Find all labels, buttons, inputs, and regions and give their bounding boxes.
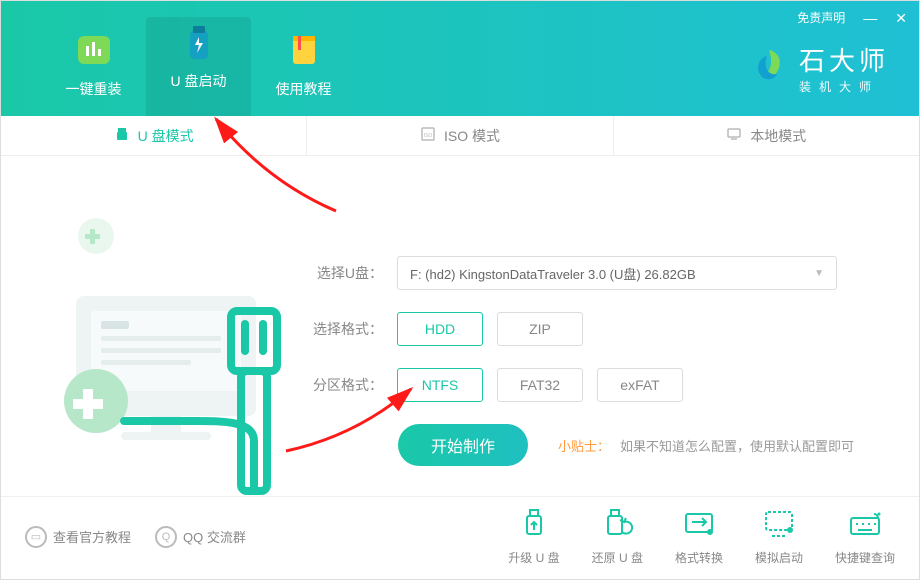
bar-chart-icon xyxy=(73,29,115,71)
footer-link-tutorial[interactable]: ▭ 查看官方教程 xyxy=(25,526,131,548)
qq-icon: Q xyxy=(155,526,177,548)
udisk-select[interactable]: F: (hd2) KingstonDataTraveler 3.0 (U盘) 2… xyxy=(397,256,837,290)
mode-tabs: U 盘模式 ISO ISO 模式 本地模式 xyxy=(1,116,919,156)
minimize-button[interactable]: — xyxy=(863,11,877,25)
footer-link-qq[interactable]: Q QQ 交流群 xyxy=(155,526,246,548)
footer-action-hotkey[interactable]: 快捷键查询 xyxy=(835,508,895,566)
svg-text:ISO: ISO xyxy=(424,133,433,139)
usb-bolt-icon xyxy=(178,23,220,63)
start-button[interactable]: 开始制作 xyxy=(398,424,528,466)
close-button[interactable]: ✕ xyxy=(895,11,907,25)
tab-reinstall[interactable]: 一键重装 xyxy=(41,23,146,116)
tab-label: 一键重装 xyxy=(66,79,122,99)
format-option-hdd[interactable]: HDD xyxy=(397,312,483,346)
brand: 石大师 装机大师 xyxy=(749,41,889,95)
partition-label: 分区格式： xyxy=(313,375,383,395)
mode-tab-label: 本地模式 xyxy=(750,126,806,146)
mode-tab-label: ISO 模式 xyxy=(444,126,500,146)
main-content: 选择U盘： F: (hd2) KingstonDataTraveler 3.0 … xyxy=(1,156,919,496)
partition-option-exfat[interactable]: exFAT xyxy=(597,368,683,402)
brand-subtitle: 装机大师 xyxy=(799,78,889,95)
tip-label: 小贴士： xyxy=(558,436,610,455)
iso-icon: ISO xyxy=(420,126,436,145)
brand-title: 石大师 xyxy=(799,41,889,78)
disclaimer-link[interactable]: 免责声明 xyxy=(797,9,845,26)
format-option-zip[interactable]: ZIP xyxy=(497,312,583,346)
mode-tab-label: U 盘模式 xyxy=(138,126,194,146)
app-header: 免责声明 — ✕ 一键重装 U 盘启动 使用教程 石大师 xyxy=(1,1,919,116)
usb-illustration xyxy=(21,196,301,496)
upgrade-usb-icon xyxy=(517,508,551,543)
monitor-icon xyxy=(726,126,742,145)
tab-tutorial[interactable]: 使用教程 xyxy=(251,23,356,116)
restore-usb-icon xyxy=(600,508,634,543)
footer-action-restore[interactable]: 还原 U 盘 xyxy=(592,508,643,566)
footer-action-convert[interactable]: 格式转换 xyxy=(675,508,723,566)
mode-tab-usb[interactable]: U 盘模式 xyxy=(1,116,307,155)
play-monitor-icon xyxy=(762,508,796,543)
brand-logo-icon xyxy=(749,46,789,91)
tip-text: 如果不知道怎么配置，使用默认配置即可 xyxy=(620,436,854,455)
tab-label: U 盘启动 xyxy=(171,71,227,91)
mode-tab-local[interactable]: 本地模式 xyxy=(614,116,919,155)
tab-usb-boot[interactable]: U 盘启动 xyxy=(146,17,251,116)
book-open-icon: ▭ xyxy=(25,526,47,548)
partition-option-fat32[interactable]: FAT32 xyxy=(497,368,583,402)
footer: ▭ 查看官方教程 Q QQ 交流群 升级 U 盘 还原 U 盘 格式转换 模拟启… xyxy=(1,496,919,576)
udisk-label: 选择U盘： xyxy=(313,263,383,283)
form-area: 选择U盘： F: (hd2) KingstonDataTraveler 3.0 … xyxy=(301,196,899,496)
format-label: 选择格式： xyxy=(313,319,383,339)
book-icon xyxy=(283,29,325,71)
convert-icon xyxy=(682,508,716,543)
usb-small-icon xyxy=(114,126,130,145)
footer-action-simulate[interactable]: 模拟启动 xyxy=(755,508,803,566)
header-tabs: 一键重装 U 盘启动 使用教程 xyxy=(41,1,356,116)
footer-action-upgrade[interactable]: 升级 U 盘 xyxy=(508,508,559,566)
partition-option-ntfs[interactable]: NTFS xyxy=(397,368,483,402)
tab-label: 使用教程 xyxy=(276,79,332,99)
window-controls: 免责声明 — ✕ xyxy=(797,9,907,26)
keyboard-icon xyxy=(848,508,882,543)
mode-tab-iso[interactable]: ISO ISO 模式 xyxy=(307,116,613,155)
